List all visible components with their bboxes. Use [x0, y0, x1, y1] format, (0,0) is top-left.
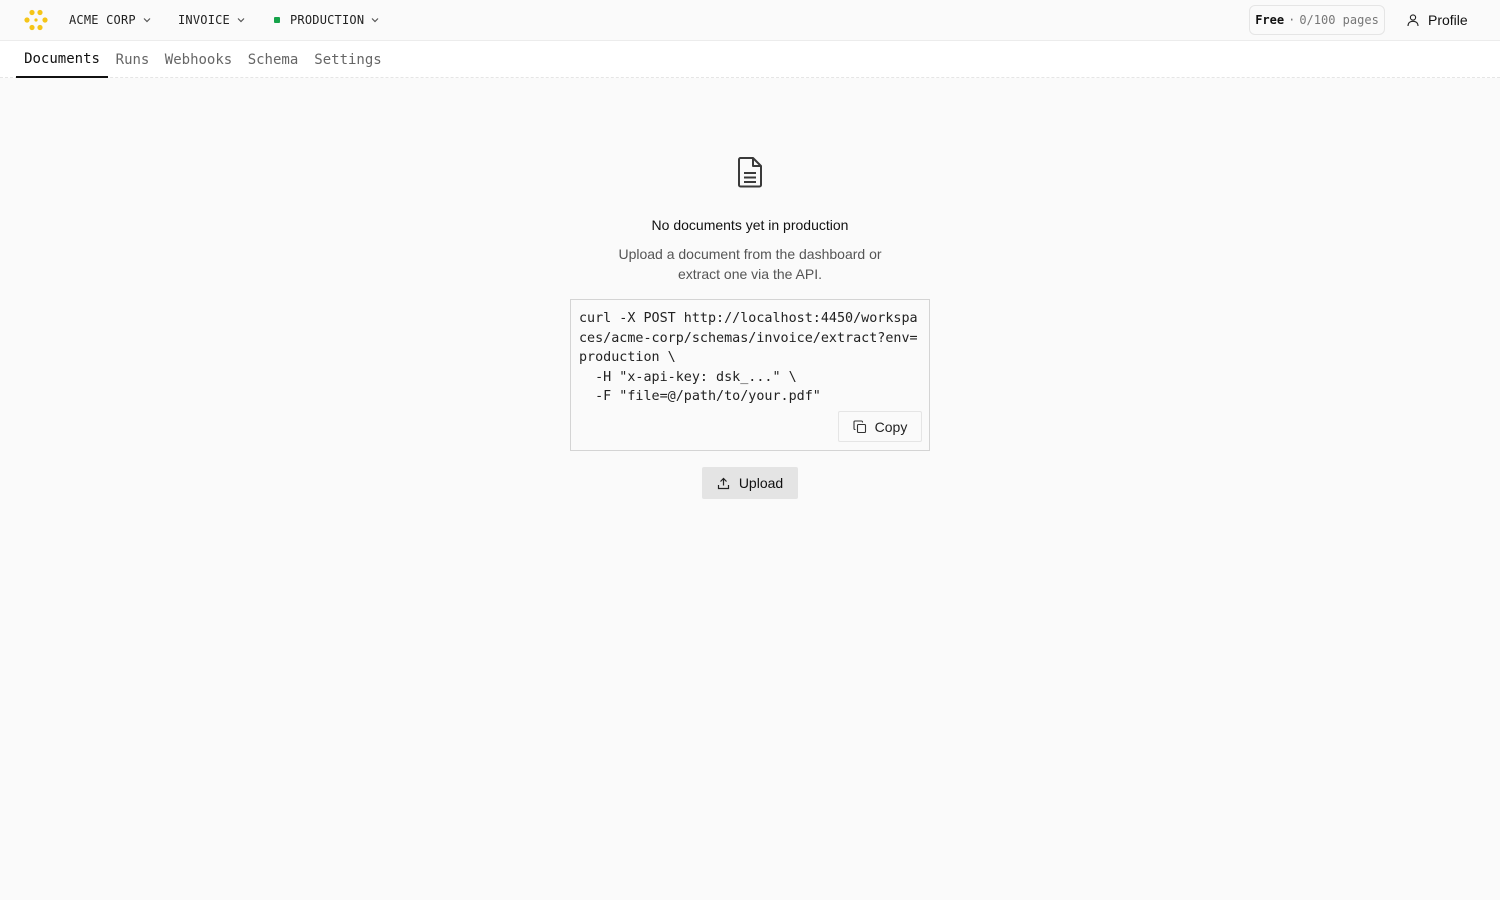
copy-label: Copy: [874, 418, 908, 435]
tab-schema[interactable]: Schema: [240, 41, 306, 78]
chevron-down-icon: [143, 18, 151, 23]
chevron-down-icon: [371, 18, 379, 23]
tab-label: Schema: [247, 51, 299, 68]
upload-label: Upload: [738, 475, 784, 491]
tab-runs[interactable]: Runs: [108, 41, 157, 78]
tab-label: Settings: [314, 51, 382, 68]
curl-command[interactable]: curl -X POST http://localhost:4450/works…: [579, 309, 923, 407]
workspace-selector[interactable]: ACME CORP: [69, 0, 152, 40]
upload-button[interactable]: Upload: [702, 467, 798, 499]
plan-name: Free: [1255, 13, 1285, 27]
tab-label: Webhooks: [164, 51, 233, 68]
tab-bar: Documents Runs Webhooks Schema Settings: [0, 41, 1500, 78]
document-icon: [738, 157, 762, 188]
copy-icon: [853, 419, 866, 433]
tab-documents[interactable]: Documents: [16, 41, 108, 78]
schema-selector[interactable]: INVOICE: [178, 0, 246, 40]
api-code-snippet: curl -X POST http://localhost:4450/works…: [570, 299, 930, 451]
tab-label: Documents: [24, 50, 100, 67]
tab-label: Runs: [115, 51, 150, 68]
tab-settings[interactable]: Settings: [306, 41, 390, 78]
workspace-name: ACME CORP: [69, 13, 136, 27]
plan-usage: 0/100 pages: [1299, 13, 1379, 27]
top-bar: ACME CORP INVOICE PRODUCTION Free · 0/10…: [0, 0, 1500, 41]
chevron-down-icon: [237, 18, 245, 23]
environment-name: PRODUCTION: [290, 13, 365, 27]
empty-state-description: Upload a document from the dashboard or …: [618, 246, 882, 282]
schema-name: INVOICE: [178, 13, 230, 27]
upload-icon: [717, 477, 729, 489]
empty-state-title: No documents yet in production: [651, 217, 849, 233]
logo-icon[interactable]: [24, 9, 48, 31]
user-icon: [1407, 14, 1419, 27]
plan-usage-badge[interactable]: Free · 0/100 pages: [1249, 5, 1385, 35]
copy-button[interactable]: Copy: [838, 411, 922, 442]
tab-webhooks[interactable]: Webhooks: [157, 41, 240, 78]
profile-label: Profile: [1428, 12, 1468, 28]
profile-button[interactable]: Profile: [1406, 0, 1468, 40]
environment-status-dot: [274, 17, 280, 23]
environment-selector[interactable]: PRODUCTION: [274, 0, 380, 40]
plan-separator: ·: [1288, 13, 1296, 27]
